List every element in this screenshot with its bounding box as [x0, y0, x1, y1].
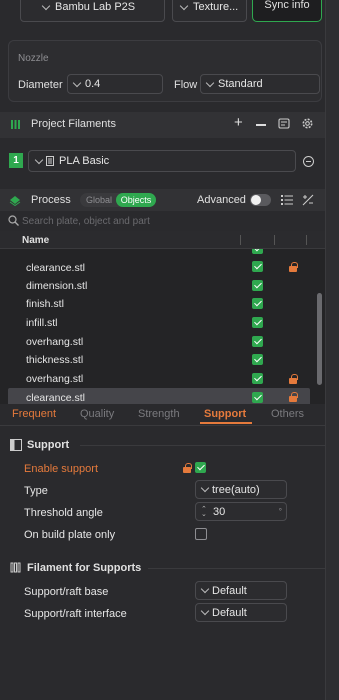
support-base-value: Default: [212, 584, 247, 597]
build-plate-label: On build plate only: [24, 529, 116, 541]
column-name-header[interactable]: Name: [22, 235, 49, 246]
tab-others[interactable]: Others: [271, 408, 304, 420]
diameter-label: Diameter: [18, 79, 63, 91]
row-checkbox[interactable]: [252, 280, 263, 291]
list-item[interactable]: finish.stl: [26, 298, 64, 310]
add-filament-icon[interactable]: +: [234, 114, 243, 131]
enable-support-label: Enable support: [24, 463, 98, 475]
filament-manager-icon[interactable]: [278, 117, 291, 129]
filament-remove-icon[interactable]: [303, 156, 314, 167]
support-interface-value: Default: [212, 606, 247, 619]
column-divider: [306, 235, 307, 245]
row-checkbox[interactable]: [252, 392, 263, 403]
enable-support-checkbox[interactable]: [195, 462, 206, 473]
sync-info-button[interactable]: Sync info: [252, 0, 322, 22]
threshold-unit: °: [278, 507, 282, 516]
list-item[interactable]: overhang.stl: [26, 373, 83, 385]
column-divider: [274, 235, 275, 245]
threshold-value: 30: [213, 505, 226, 518]
column-divider: [240, 235, 241, 245]
list-item[interactable]: clearance.stl: [26, 262, 85, 274]
chevron-down-icon: [179, 1, 189, 10]
tab-strength[interactable]: Strength: [138, 408, 180, 420]
chevron-down-icon: [72, 78, 82, 87]
support-section-title: Support: [27, 439, 70, 451]
filament-supports-title: Filament for Supports: [27, 562, 142, 574]
flow-label: Flow: [174, 79, 198, 91]
tab-frequent[interactable]: Frequent: [12, 408, 56, 420]
list-item[interactable]: overhang.stl: [26, 336, 83, 348]
filament-select[interactable]: PLA Basic: [28, 150, 296, 172]
list-view-icon[interactable]: [281, 195, 293, 205]
support-base-label: Support/raft base: [24, 586, 109, 598]
lock-icon[interactable]: [289, 392, 298, 402]
stepper-icon[interactable]: ⌃ ⌄: [201, 506, 207, 518]
search-input[interactable]: [22, 213, 312, 229]
plate-type-value: Texture...: [193, 1, 239, 13]
filament-slot-number[interactable]: 1: [9, 153, 23, 168]
row-checkbox[interactable]: [252, 261, 263, 272]
support-interface-select[interactable]: Default: [195, 603, 287, 622]
list-item[interactable]: infill.stl: [26, 317, 58, 329]
support-base-select[interactable]: Default: [195, 581, 287, 600]
row-checkbox[interactable]: [252, 317, 263, 328]
chevron-down-icon: [200, 483, 210, 493]
remove-filament-icon[interactable]: [256, 124, 266, 126]
advanced-label: Advanced: [197, 194, 246, 206]
lock-icon[interactable]: [289, 374, 298, 384]
printer-name: Bambu Lab P2S: [55, 1, 136, 13]
filament-supports-icon: [10, 562, 21, 573]
settings-gear-icon[interactable]: [301, 117, 314, 130]
filaments-title: Project Filaments: [31, 118, 116, 130]
list-item[interactable]: dimension.stl: [26, 280, 87, 292]
flow-value: Standard: [218, 78, 263, 90]
active-tab-indicator: [200, 422, 252, 424]
support-icon: [10, 439, 22, 451]
section-divider: [148, 568, 325, 569]
threshold-label: Threshold angle: [24, 507, 103, 519]
row-checkbox[interactable]: [252, 336, 263, 347]
process-title: Process: [31, 194, 71, 206]
panel-edge: [325, 0, 339, 700]
list-scrollbar[interactable]: [317, 293, 322, 385]
process-icon: [9, 194, 21, 207]
advanced-toggle[interactable]: [250, 194, 271, 206]
diameter-value: 0.4: [85, 78, 101, 90]
chevron-down-icon: [200, 606, 210, 616]
chevron-down-icon: [41, 1, 51, 10]
chevron-down-icon: [200, 584, 210, 594]
partial-row: [0, 249, 325, 254]
mode-global[interactable]: Global: [86, 195, 112, 205]
plate-type-select[interactable]: Texture...: [172, 0, 247, 22]
build-plate-checkbox[interactable]: [195, 528, 207, 540]
support-type-value: tree(auto): [212, 483, 260, 496]
row-checkbox[interactable]: [252, 354, 263, 365]
tab-support[interactable]: Support: [204, 408, 246, 420]
support-type-select[interactable]: tree(auto): [195, 480, 287, 499]
chevron-down-icon: [34, 155, 44, 164]
list-item[interactable]: clearance.stl: [26, 392, 85, 404]
search-icon: [8, 215, 19, 226]
list-item[interactable]: thickness.stl: [26, 354, 83, 366]
section-divider: [80, 445, 325, 446]
printer-select[interactable]: Bambu Lab P2S: [20, 0, 165, 22]
type-label: Type: [24, 485, 48, 497]
lock-icon[interactable]: [183, 463, 192, 473]
chevron-down-icon: [205, 78, 215, 87]
mode-objects[interactable]: Objects: [116, 193, 156, 207]
row-checkbox[interactable]: [252, 373, 263, 384]
compare-icon[interactable]: [302, 194, 314, 206]
nozzle-title: Nozzle: [18, 53, 49, 64]
filament-edit-icon: [46, 156, 54, 166]
flow-select[interactable]: Standard: [200, 74, 320, 94]
filament-spool-icon: [10, 119, 21, 130]
threshold-input[interactable]: ⌃ ⌄ 30 °: [195, 502, 287, 521]
row-checkbox[interactable]: [252, 298, 263, 309]
lock-icon[interactable]: [289, 262, 298, 272]
tab-quality[interactable]: Quality: [80, 408, 114, 420]
support-interface-label: Support/raft interface: [24, 608, 127, 620]
sync-info-label: Sync info: [264, 0, 310, 11]
diameter-select[interactable]: 0.4: [67, 74, 163, 94]
filament-name: PLA Basic: [59, 155, 110, 167]
